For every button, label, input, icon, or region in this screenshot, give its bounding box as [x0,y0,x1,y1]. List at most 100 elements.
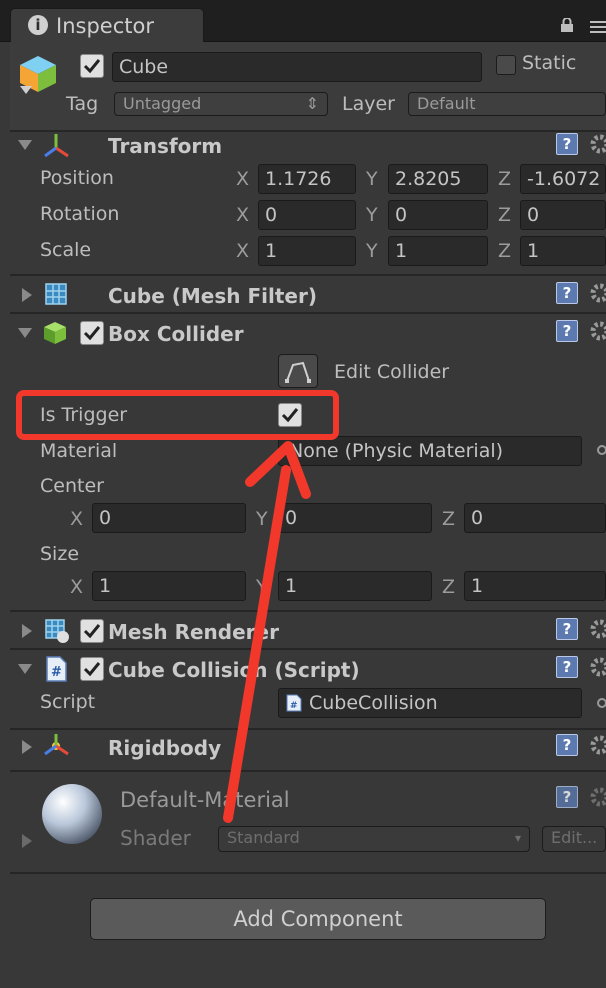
tag-dropdown[interactable]: Untagged ⇕ [114,92,328,116]
tag-label: Tag [66,93,99,115]
center-z-field[interactable]: 0 [464,503,606,533]
gear-icon[interactable] [590,283,606,303]
y-label: Y [366,204,378,226]
script-field[interactable]: CubeCollision [278,688,582,718]
tag-value: Untagged [123,94,202,113]
foldout-arrow-icon[interactable] [22,834,32,848]
shader-dropdown[interactable]: Standard ▾ [218,826,530,852]
z-label: Z [498,204,512,226]
foldout-arrow-icon[interactable] [18,328,32,338]
shader-value: Standard [227,828,300,847]
foldout-arrow-icon[interactable] [18,664,32,674]
scale-label: Scale [40,239,92,261]
help-icon[interactable]: ? [556,656,578,678]
object-picker-icon[interactable] [596,444,606,456]
divider [10,130,606,132]
rigidbody-title[interactable]: Rigidbody [108,736,221,760]
static-label: Static [522,52,577,74]
foldout-arrow-icon[interactable] [22,624,32,638]
help-icon[interactable]: ? [556,282,578,304]
edit-collider-button[interactable] [278,354,318,388]
physic-material-field[interactable]: None (Physic Material) [278,436,582,466]
x-label: X [70,576,84,598]
center-y-field[interactable]: 0 [278,503,432,533]
x-label: X [236,240,250,262]
box-collider-title[interactable]: Box Collider [108,322,244,346]
add-component-button[interactable]: Add Component [90,898,546,940]
gear-icon[interactable] [590,619,606,639]
rotation-x-field[interactable]: 0 [258,200,356,230]
static-checkbox[interactable] [496,55,516,75]
position-x-field[interactable]: 1.1726 [258,164,356,194]
icon-dropdown-arrow-icon[interactable] [20,86,32,94]
transform-title[interactable]: Transform [108,134,222,158]
gear-icon[interactable] [590,657,606,677]
mesh-renderer-title[interactable]: Mesh Renderer [108,620,279,644]
help-icon[interactable]: ? [556,618,578,640]
foldout-arrow-icon[interactable] [22,740,32,754]
csharp-script-icon: # [46,656,67,682]
shader-edit-button[interactable]: Edit... [542,826,606,852]
center-label: Center [40,475,104,497]
lock-icon[interactable] [560,18,574,32]
scale-z-field[interactable]: 1 [520,236,606,266]
z-label: Z [498,240,512,262]
is-trigger-highlight-box [16,390,339,440]
gear-icon[interactable] [590,735,606,755]
material-sphere-icon [42,784,102,844]
csharp-file-icon: # [286,694,302,712]
active-checkbox[interactable] [80,54,104,78]
size-label: Size [40,543,80,565]
help-icon[interactable]: ? [556,320,578,342]
material-name: Default-Material [120,788,290,812]
divider [10,610,606,612]
material-label: Material [40,440,118,462]
y-label: Y [366,240,378,262]
help-icon[interactable]: ? [556,786,578,808]
mesh-renderer-enabled-checkbox[interactable] [80,619,104,643]
foldout-arrow-icon[interactable] [22,288,32,302]
object-name-field[interactable]: Cube [112,52,482,82]
divider [10,728,606,730]
x-label: X [236,168,250,190]
position-y-field[interactable]: 2.8205 [388,164,488,194]
x-label: X [236,204,250,226]
gear-icon[interactable] [590,134,606,154]
layer-value: Default [417,94,476,113]
foldout-arrow-icon[interactable] [18,140,32,150]
size-x-field[interactable]: 1 [92,571,246,601]
divider [10,312,606,314]
z-label: Z [442,576,456,598]
updown-arrows-icon: ⇕ [305,94,319,113]
object-picker-icon[interactable] [596,697,606,709]
divider [10,648,606,650]
help-icon[interactable]: ? [556,734,578,756]
edit-collider-label: Edit Collider [334,361,450,383]
mesh-filter-icon [45,283,67,305]
box-collider-enabled-checkbox[interactable] [80,321,104,345]
size-y-field[interactable]: 1 [278,571,432,601]
script-component-title[interactable]: Cube Collision (Script) [108,658,360,682]
position-z-field[interactable]: -1.6072 [520,164,606,194]
mesh-renderer-icon [45,619,69,643]
x-label: X [70,508,84,530]
gear-icon[interactable] [590,787,606,807]
info-icon: i [28,15,48,35]
mesh-filter-title[interactable]: Cube (Mesh Filter) [108,284,317,308]
script-enabled-checkbox[interactable] [80,657,104,681]
divider [10,770,606,772]
scale-y-field[interactable]: 1 [388,236,488,266]
y-label: Y [366,168,378,190]
center-x-field[interactable]: 0 [92,503,246,533]
rotation-z-field[interactable]: 0 [520,200,606,230]
rotation-y-field[interactable]: 0 [388,200,488,230]
tab-menu-icon[interactable] [590,20,606,34]
size-z-field[interactable]: 1 [464,571,606,601]
divider [10,872,606,874]
gear-icon[interactable] [590,321,606,341]
layer-dropdown[interactable]: Default [408,92,606,116]
edit-collider-icon [285,361,311,383]
help-icon[interactable]: ? [556,133,578,155]
scale-x-field[interactable]: 1 [258,236,356,266]
y-label: Y [256,576,268,598]
